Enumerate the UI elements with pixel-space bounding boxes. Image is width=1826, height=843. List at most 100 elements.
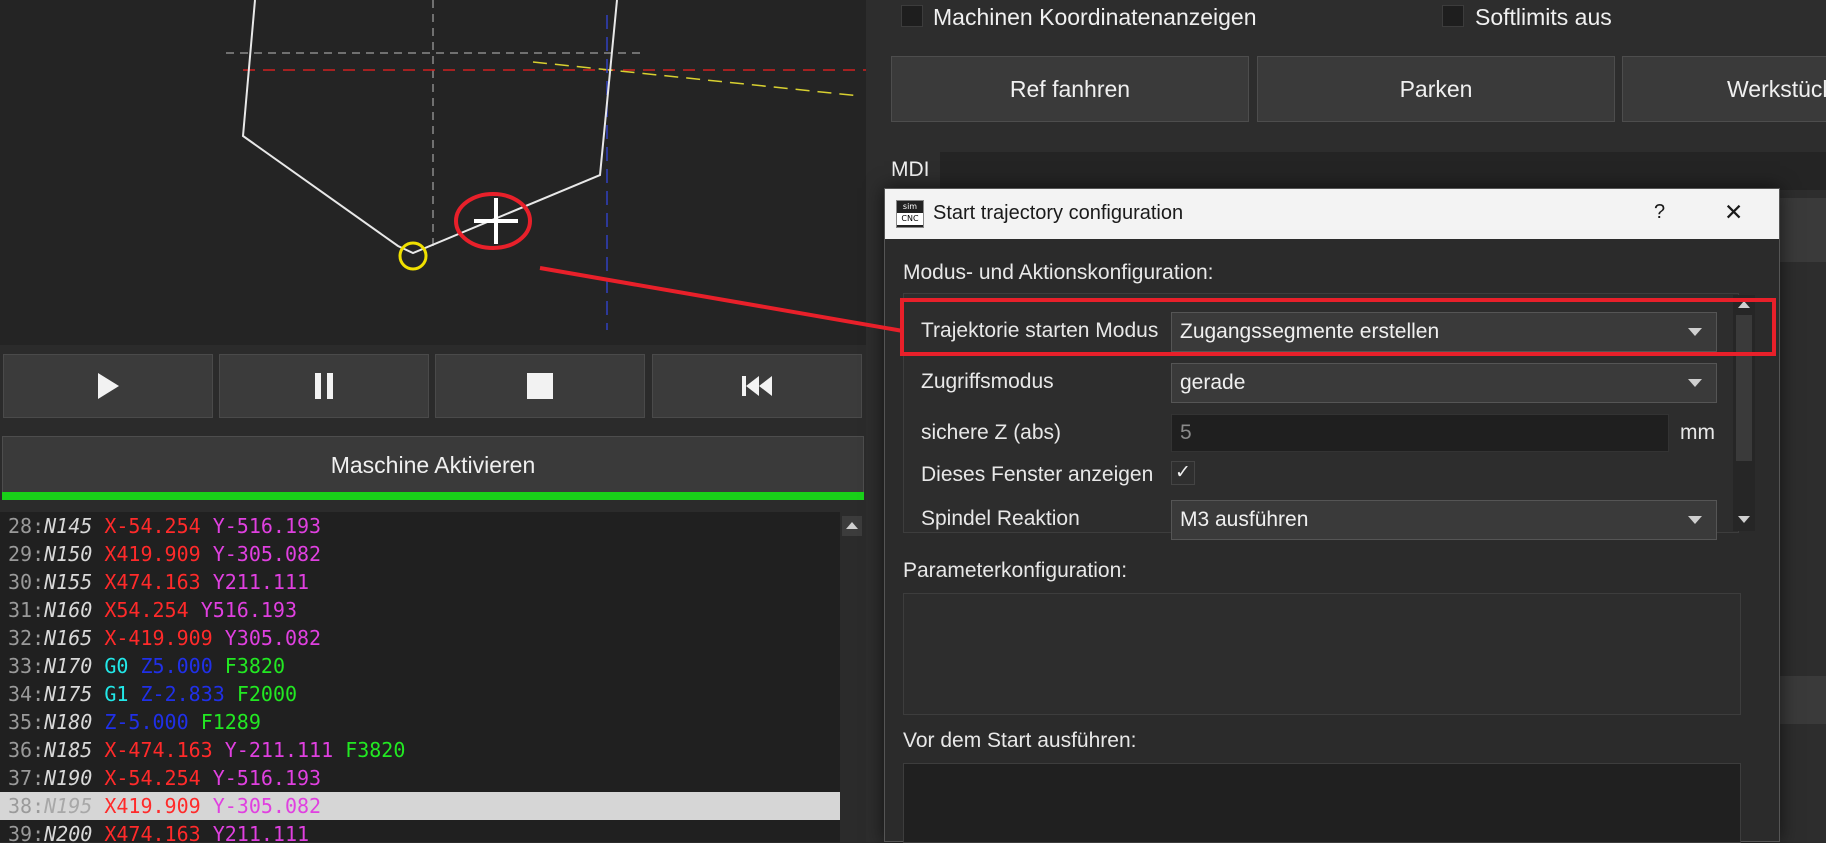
gcode-scrollbar[interactable] <box>840 512 864 842</box>
activate-machine-button[interactable]: Maschine Aktivieren <box>2 436 864 494</box>
logo-bottom-text: CNC <box>897 213 923 225</box>
spindle-select-value: M3 ausführen <box>1180 508 1309 531</box>
mdi-label: MDI <box>891 158 930 181</box>
simcnc-logo-icon: sim CNC <box>896 200 924 228</box>
block-number: N185 <box>44 738 93 762</box>
gcode-word: X419.909 <box>104 794 201 818</box>
ref-button-label: Ref fanhren <box>1009 75 1131 102</box>
block-number: N195 <box>44 794 93 818</box>
line-number: 28: <box>8 514 45 538</box>
rewind-icon <box>742 376 772 396</box>
mode-section-heading: Modus- und Aktionskonfiguration: <box>903 261 1214 284</box>
softlimits-label: Softlimits aus <box>1475 4 1612 30</box>
block-number: N155 <box>44 570 93 594</box>
show-window-checkbox[interactable]: ✓ <box>1171 461 1195 485</box>
gcode-line[interactable]: 35:N180 Z-5.000 F1289 <box>0 708 840 736</box>
block-number: N190 <box>44 766 93 790</box>
gcode-word: X474.163 <box>104 822 201 842</box>
gcode-word: Y305.082 <box>224 626 322 650</box>
right-edge-panel <box>1778 198 1826 262</box>
gcode-line[interactable]: 39:N200 X474.163 Y211.111 <box>0 820 840 842</box>
toolpath-canvas <box>226 0 866 330</box>
gcode-word: X-54.254 <box>104 514 201 538</box>
gcode-line[interactable]: 33:N170 G0 Z5.000 F3820 <box>0 652 840 680</box>
gcode-word: Y-211.111 <box>224 738 334 762</box>
config-scrollbar[interactable] <box>1733 295 1755 531</box>
gcode-line[interactable]: 28:N145 X-54.254 Y-516.193 <box>0 512 840 540</box>
close-button[interactable]: ✕ <box>1724 199 1743 226</box>
block-number: N180 <box>44 710 93 734</box>
chevron-down-icon <box>1688 379 1702 387</box>
toolpath-preview[interactable] <box>0 0 866 345</box>
gcode-word: X474.163 <box>104 570 201 594</box>
access-mode-select[interactable]: gerade <box>1171 363 1717 403</box>
start-marker-circle <box>398 241 428 271</box>
spindle-select[interactable]: M3 ausführen <box>1171 500 1717 540</box>
workpiece-button[interactable]: Werkstück <box>1622 56 1826 122</box>
yellow-dashed-line <box>532 61 861 97</box>
gcode-word: X-474.163 <box>104 738 213 762</box>
play-button[interactable] <box>3 354 213 418</box>
stop-icon <box>527 373 553 399</box>
gcode-line[interactable]: 34:N175 G1 Z-2.833 F2000 <box>0 680 840 708</box>
line-number: 32: <box>8 626 45 650</box>
start-trajectory-dialog: sim CNC Start trajectory configuration ?… <box>884 188 1780 843</box>
softlimits-checkbox[interactable] <box>1442 5 1464 27</box>
gcode-line[interactable]: 29:N150 X419.909 Y-305.082 <box>0 540 840 568</box>
chevron-down-icon <box>1688 516 1702 524</box>
before-start-heading: Vor dem Start ausführen: <box>903 729 1137 752</box>
gcode-word: Z-2.833 <box>140 682 225 706</box>
park-button[interactable]: Parken <box>1257 56 1615 122</box>
gcode-word: Y211.111 <box>212 570 310 594</box>
params-config-panel <box>903 593 1741 715</box>
pause-icon <box>315 373 333 399</box>
chevron-down-icon[interactable] <box>1735 513 1753 527</box>
gcode-word: Y-516.193 <box>212 514 322 538</box>
line-number: 29: <box>8 542 45 566</box>
pause-button[interactable] <box>219 354 429 418</box>
block-number: N150 <box>44 542 93 566</box>
logo-top-text: sim <box>902 202 918 211</box>
block-number: N165 <box>44 626 93 650</box>
gcode-line[interactable]: 36:N185 X-474.163 Y-211.111 F3820 <box>0 736 840 764</box>
line-number: 36: <box>8 738 45 762</box>
machine-coords-label: Machinen Koordinatenanzeigen <box>933 4 1257 30</box>
line-number: 33: <box>8 654 45 678</box>
line-number: 37: <box>8 766 45 790</box>
mdi-input[interactable] <box>940 152 1826 190</box>
gcode-word: X-419.909 <box>104 626 213 650</box>
gcode-line[interactable]: 30:N155 X474.163 Y211.111 <box>0 568 840 596</box>
gcode-line[interactable]: 38:N195 X419.909 Y-305.082 <box>0 792 840 820</box>
scroll-up-button[interactable] <box>842 516 862 536</box>
gcode-listing[interactable]: 28:N145 X-54.254 Y-516.193 29:N150 X419.9… <box>0 512 840 842</box>
gcode-word: G0 <box>104 654 129 678</box>
params-section-heading: Parameterkonfiguration: <box>903 559 1128 582</box>
gcode-line[interactable]: 37:N190 X-54.254 Y-516.193 <box>0 764 840 792</box>
chevron-down-icon <box>1688 328 1702 336</box>
safe-z-input[interactable]: 5 <box>1171 414 1669 452</box>
safe-z-value: 5 <box>1180 421 1192 444</box>
safe-z-unit: mm <box>1680 421 1715 444</box>
gcode-word: Y-516.193 <box>212 766 322 790</box>
activate-machine-label: Maschine Aktivieren <box>330 451 536 478</box>
mode-select[interactable]: Zugangssegmente erstellen <box>1171 312 1717 352</box>
rewind-button[interactable] <box>652 354 862 418</box>
machine-coords-checkbox[interactable] <box>901 5 923 27</box>
spindle-label: Spindel Reaktion <box>921 507 1080 530</box>
ref-button[interactable]: Ref fanhren <box>891 56 1249 122</box>
gcode-line[interactable]: 32:N165 X-419.909 Y305.082 <box>0 624 840 652</box>
access-mode-value: gerade <box>1180 371 1246 394</box>
workpiece-button-label: Werkstück <box>1727 75 1826 102</box>
chevron-up-icon[interactable] <box>1735 297 1753 311</box>
scrollbar-thumb[interactable] <box>1736 315 1752 461</box>
before-start-editor[interactable] <box>903 763 1741 843</box>
line-number: 35: <box>8 710 45 734</box>
gcode-word: X419.909 <box>104 542 201 566</box>
stop-button[interactable] <box>435 354 645 418</box>
gcode-word: F1289 <box>200 710 261 734</box>
gcode-line[interactable]: 31:N160 X54.254 Y516.193 <box>0 596 840 624</box>
park-button-label: Parken <box>1399 75 1473 102</box>
block-number: N145 <box>44 514 93 538</box>
help-button[interactable]: ? <box>1654 201 1665 224</box>
gcode-word: Y211.111 <box>212 822 310 842</box>
